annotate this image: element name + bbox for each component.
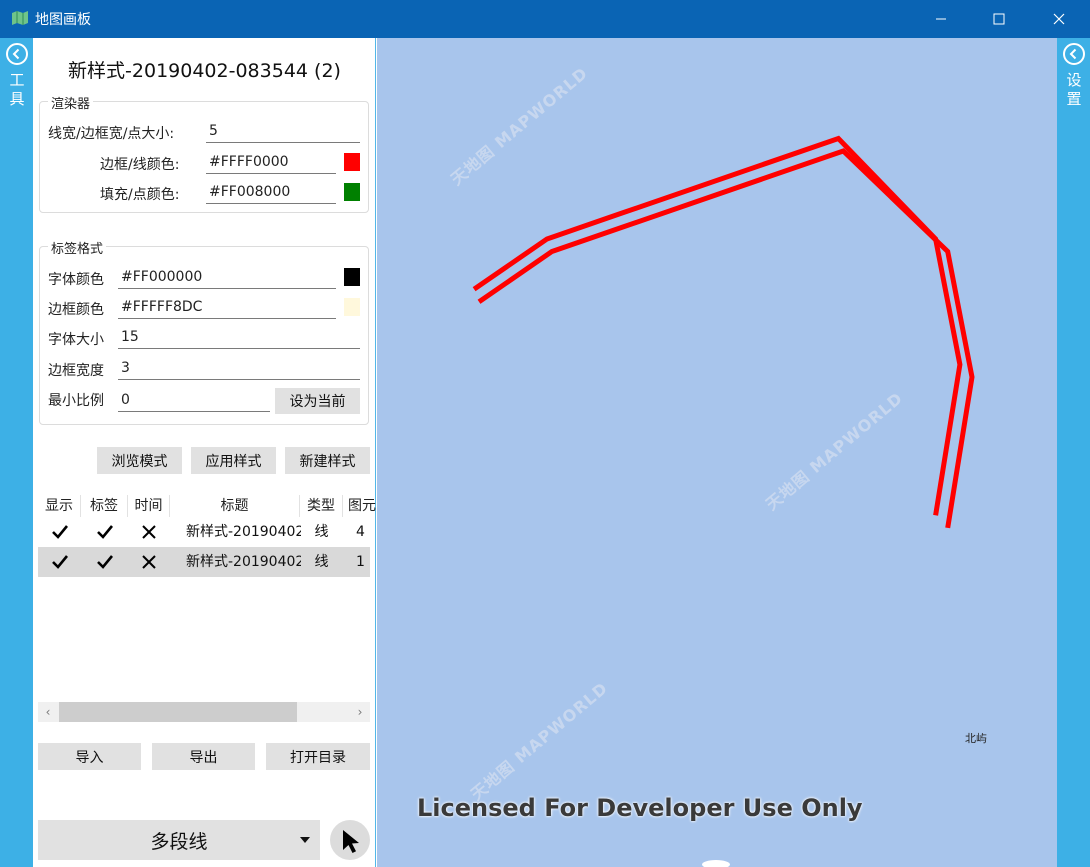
fill-color-label: 填充/点颜色: (100, 187, 180, 203)
line-width-input[interactable]: 5 (206, 121, 360, 143)
open-directory-button[interactable]: 打开目录 (266, 743, 370, 770)
window-title: 地图画板 (35, 12, 91, 28)
row-count: 4 (356, 524, 365, 540)
row-title: 新样式-20190402-083544 (2) (186, 554, 301, 570)
row-type: 线 (314, 524, 329, 540)
label-border-color-swatch[interactable] (344, 298, 360, 316)
set-current-button[interactable]: 设为当前 (275, 388, 360, 414)
cross-icon[interactable] (128, 517, 170, 547)
chevron-left-icon[interactable] (1063, 43, 1085, 65)
new-style-button[interactable]: 新建样式 (285, 447, 370, 474)
close-icon (1053, 13, 1065, 25)
scrollbar-thumb[interactable] (59, 702, 297, 722)
place-label: 北屿 (965, 732, 987, 745)
fill-color-input[interactable]: #FF008000 (206, 182, 336, 204)
row-type: 线 (314, 554, 329, 570)
col-label[interactable]: 标签 (81, 495, 128, 517)
tools-sidebar-toggle[interactable]: 工具 (0, 38, 33, 867)
apply-style-button[interactable]: 应用样式 (191, 447, 276, 474)
browse-mode-button[interactable]: 浏览模式 (97, 447, 182, 474)
close-button[interactable] (1036, 0, 1082, 38)
font-color-swatch[interactable] (344, 268, 360, 286)
table-row[interactable]: 新样式-20190402-083544 线 4 (38, 517, 370, 547)
check-icon[interactable] (81, 547, 128, 577)
label-format-group-title: 标签格式 (48, 238, 107, 257)
maximize-icon (993, 13, 1005, 25)
title-bar: 地图画板 (0, 0, 1090, 38)
table-row-selected[interactable]: 新样式-20190402-083544 (2) 线 1 (38, 547, 370, 577)
col-type[interactable]: 类型 (300, 495, 343, 517)
tools-label: 工具 (9, 71, 25, 108)
maximize-button[interactable] (976, 0, 1022, 38)
map-canvas[interactable]: 天地图 MAPWORLD 天地图 MAPWORLD 天地图 MAPWORLD 北… (377, 38, 1057, 867)
col-title[interactable]: 标题 (170, 495, 300, 517)
draw-mode-value: 多段线 (150, 830, 208, 853)
table-horizontal-scrollbar[interactable]: ‹ › (38, 702, 370, 722)
border-width-input[interactable]: 3 (118, 358, 360, 380)
settings-label: 设置 (1066, 71, 1082, 108)
renderer-group: 渲染器 线宽/边框宽/点大小: 5 边框/线颜色: #FFFF0000 填充/点… (39, 93, 369, 213)
export-button[interactable]: 导出 (152, 743, 255, 770)
border-color-label: 边框/线颜色: (100, 157, 180, 173)
pointer-tool-button[interactable] (330, 820, 370, 860)
scroll-left-icon[interactable]: ‹ (38, 702, 58, 722)
check-icon[interactable] (38, 547, 81, 577)
font-size-input[interactable]: 15 (118, 327, 360, 349)
col-show[interactable]: 显示 (38, 495, 81, 517)
border-color-input[interactable]: #FFFF0000 (206, 152, 336, 174)
cursor-arrow-icon (343, 830, 359, 853)
min-scale-label: 最小比例 (48, 393, 104, 409)
style-title: 新样式-20190402-083544 (2) (68, 60, 341, 82)
border-color-swatch[interactable] (344, 153, 360, 171)
chevron-left-icon[interactable] (6, 43, 28, 65)
label-border-color-label: 边框颜色 (48, 302, 104, 318)
font-color-label: 字体颜色 (48, 272, 104, 288)
map-drawing-layer (472, 135, 975, 529)
row-title: 新样式-20190402-083544 (186, 524, 301, 540)
min-scale-input[interactable]: 0 (118, 390, 270, 412)
font-size-label: 字体大小 (48, 332, 104, 348)
col-time[interactable]: 时间 (128, 495, 170, 517)
dropdown-arrow-icon (300, 837, 310, 843)
license-text: Licensed For Developer Use Only (417, 794, 863, 822)
scroll-right-icon[interactable]: › (350, 702, 370, 722)
line-width-label: 线宽/边框宽/点大小: (48, 126, 175, 142)
polyline-2[interactable] (477, 148, 975, 529)
label-format-group: 标签格式 字体颜色 #FF000000 边框颜色 #FFFFF8DC 字体大小 … (39, 238, 369, 425)
border-width-label: 边框宽度 (48, 363, 104, 379)
fill-color-swatch[interactable] (344, 183, 360, 201)
settings-sidebar-toggle[interactable]: 设置 (1057, 38, 1090, 867)
map-app-icon (12, 11, 28, 25)
draw-mode-dropdown[interactable]: 多段线 (38, 820, 320, 860)
row-count: 1 (356, 554, 365, 570)
style-table-header: 显示 标签 时间 标题 类型 图元 (38, 495, 383, 517)
minimize-icon (936, 18, 946, 20)
style-panel: 新样式-20190402-083544 (2) 渲染器 线宽/边框宽/点大小: … (33, 38, 383, 867)
cross-icon[interactable] (128, 547, 170, 577)
check-icon[interactable] (38, 517, 81, 547)
import-button[interactable]: 导入 (38, 743, 141, 770)
minimize-button[interactable] (918, 0, 964, 38)
island-shape (702, 860, 730, 867)
renderer-group-title: 渲染器 (48, 93, 94, 112)
font-color-input[interactable]: #FF000000 (118, 267, 336, 289)
label-border-color-input[interactable]: #FFFFF8DC (118, 297, 336, 319)
check-icon[interactable] (81, 517, 128, 547)
